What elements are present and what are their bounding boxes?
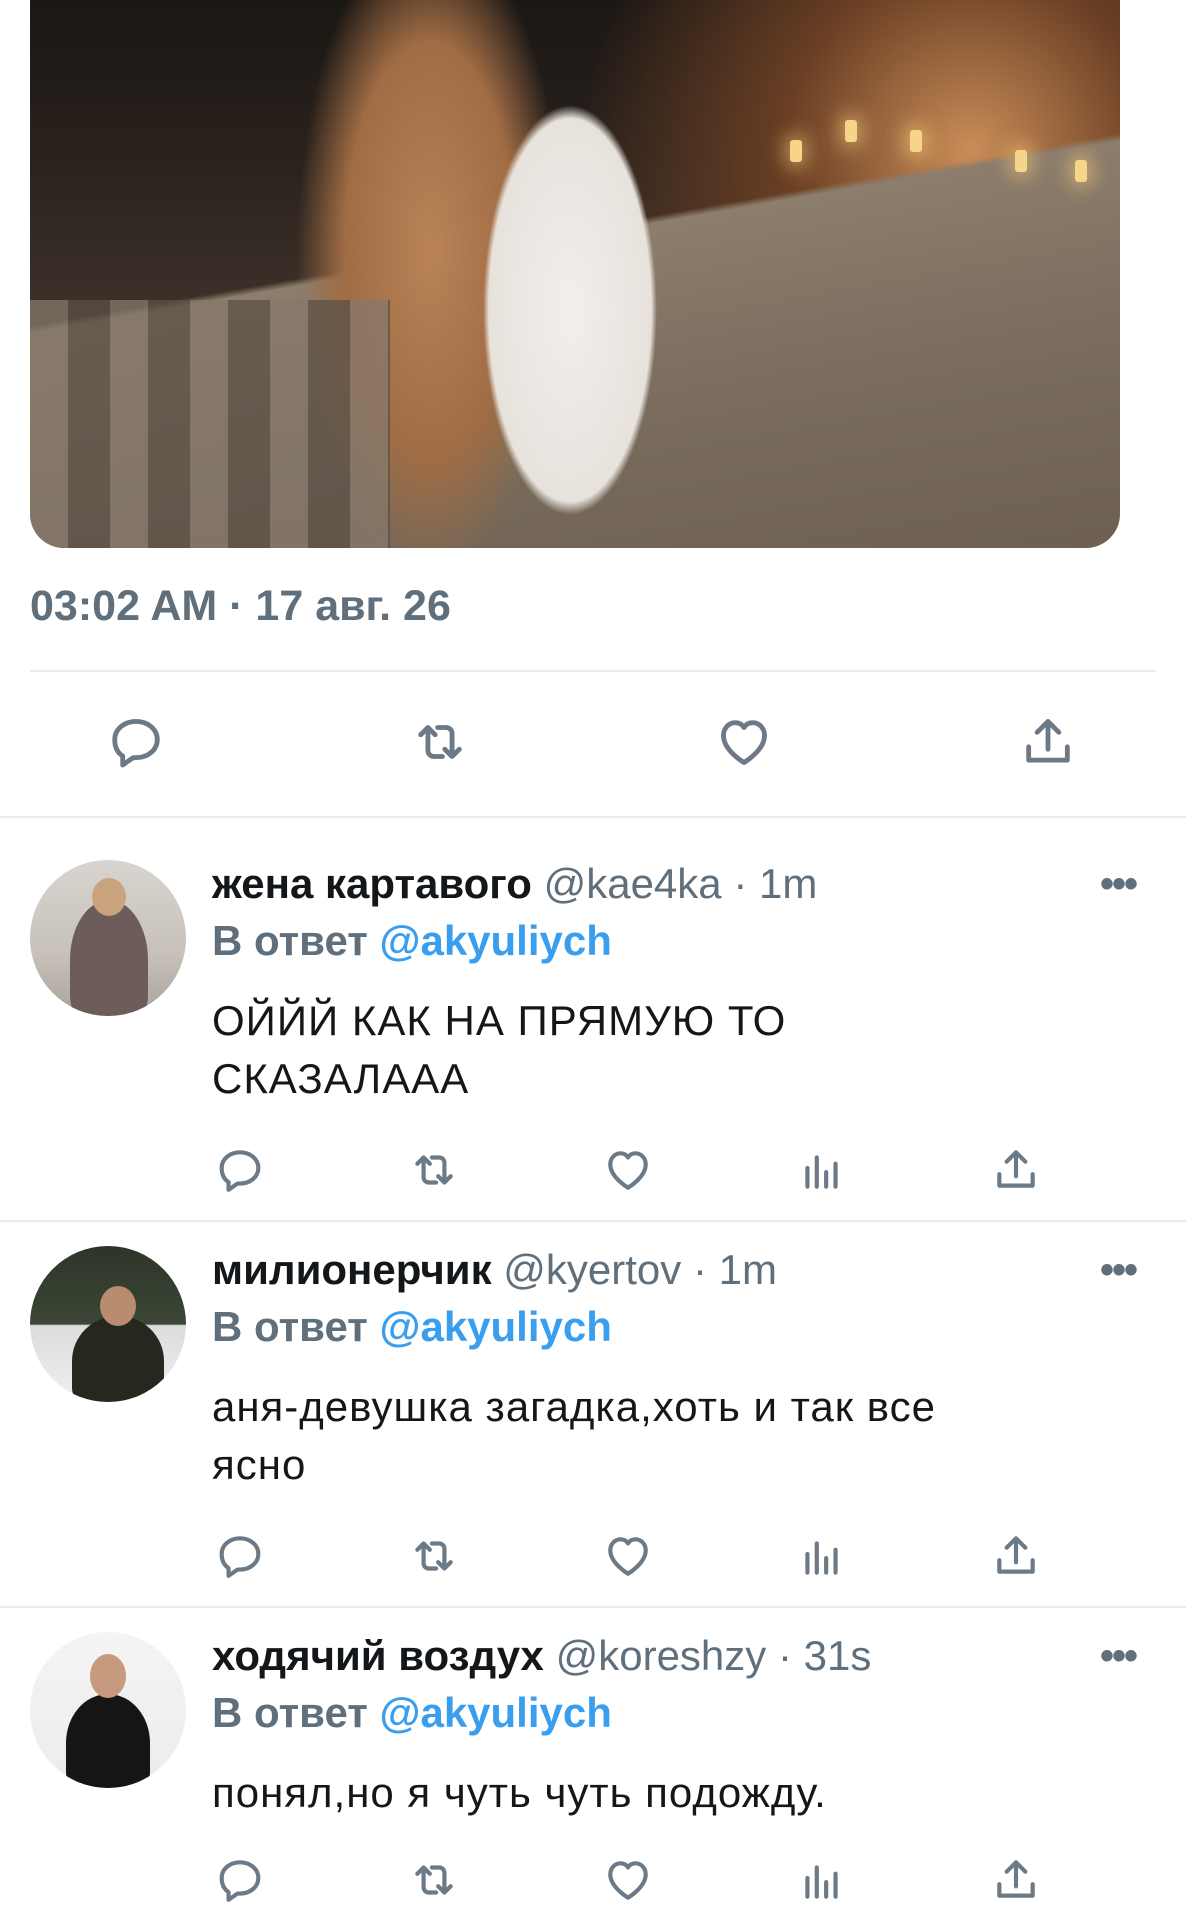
reply-button[interactable] — [212, 1852, 268, 1908]
reply-to-line: В ответ @akyuliych — [212, 1303, 612, 1351]
share-icon — [997, 1150, 1035, 1188]
reply-text-line: СКАЗАЛААА — [212, 1055, 470, 1102]
reply-to-mention[interactable]: @akyuliych — [380, 1689, 612, 1736]
photo-light — [1015, 150, 1027, 172]
avatar[interactable] — [30, 860, 186, 1016]
reply-to-label: В ответ — [212, 917, 368, 964]
reply-to-mention[interactable]: @akyuliych — [380, 917, 612, 964]
analytics-icon — [805, 1541, 838, 1575]
share-button[interactable] — [988, 1852, 1044, 1908]
reply-text-line: ОЙЙЙ КАК НА ПРЯМУЮ ТО — [212, 997, 787, 1044]
avatar-head — [90, 1654, 126, 1698]
retweet-button[interactable] — [408, 710, 472, 774]
analytics-button[interactable] — [794, 1852, 850, 1908]
like-icon — [608, 1151, 648, 1190]
reply-time: 1m — [718, 1246, 777, 1293]
reply-button[interactable] — [104, 710, 168, 774]
reply-icon — [219, 1860, 261, 1902]
avatar[interactable] — [30, 1632, 186, 1788]
analytics-icon — [805, 1155, 838, 1189]
photo-light — [1075, 160, 1087, 182]
like-icon — [608, 1537, 648, 1576]
retweet-button[interactable] — [406, 1528, 462, 1584]
retweet-button[interactable] — [406, 1852, 462, 1908]
avatar-figure — [70, 900, 148, 1016]
more-icon[interactable]: ••• — [1100, 1248, 1138, 1293]
reply-text-line: ясно — [212, 1441, 307, 1488]
retweet-icon — [415, 1155, 453, 1185]
retweet-icon — [415, 1541, 453, 1571]
share-icon — [997, 1860, 1035, 1898]
more-icon[interactable]: ••• — [1100, 862, 1138, 907]
reply-header: жена картавого @kae4ka · 1m — [212, 860, 817, 908]
tweet-timestamp: 03:02 AM · 17 авг. 26 — [30, 582, 451, 630]
avatar-figure — [66, 1694, 150, 1788]
separator-dot: · — [692, 1246, 707, 1293]
photo-light — [845, 120, 857, 142]
photo-balustrade — [30, 300, 390, 548]
display-name[interactable]: милионерчик — [212, 1246, 492, 1293]
like-button[interactable] — [600, 1852, 656, 1908]
reply-text: понял,но я чуть чуть подожду. — [212, 1764, 1112, 1822]
user-handle[interactable]: @kae4ka — [544, 860, 722, 907]
reply-header: милионерчик @kyertov · 1m — [212, 1246, 777, 1294]
like-icon — [608, 1861, 648, 1900]
reply-icon — [219, 1150, 261, 1192]
avatar-head — [100, 1286, 136, 1326]
analytics-icon — [805, 1865, 838, 1899]
reply-tweet[interactable]: ходячий воздух @koreshzy · 31s ••• В отв… — [0, 1594, 1186, 1920]
photo-light — [910, 130, 922, 152]
user-handle[interactable]: @kyertov — [503, 1246, 681, 1293]
like-icon — [721, 720, 767, 765]
tweet-photo[interactable] — [30, 0, 1120, 548]
reply-button[interactable] — [212, 1528, 268, 1584]
reply-text: аня-девушка загадка,хоть и так все ясно — [212, 1378, 1112, 1494]
retweet-icon — [418, 725, 462, 759]
reply-time: 1m — [759, 860, 818, 907]
reply-to-mention[interactable]: @akyuliych — [380, 1303, 612, 1350]
reply-time: 31s — [803, 1632, 872, 1679]
photo-light — [790, 140, 802, 162]
share-button[interactable] — [988, 1528, 1044, 1584]
reply-text: ОЙЙЙ КАК НА ПРЯМУЮ ТО СКАЗАЛААА — [212, 992, 1112, 1108]
reply-to-line: В ответ @akyuliych — [212, 1689, 612, 1737]
display-name[interactable]: жена картавого — [212, 860, 532, 907]
reply-tweet[interactable]: милионерчик @kyertov · 1m ••• В ответ @a… — [0, 1208, 1186, 1606]
share-button[interactable] — [1016, 710, 1080, 774]
reply-text-line: аня-девушка загадка,хоть и так все — [212, 1383, 937, 1430]
reply-header: ходячий воздух @koreshzy · 31s — [212, 1632, 871, 1680]
divider — [0, 816, 1186, 818]
avatar-head — [92, 878, 126, 916]
more-icon[interactable]: ••• — [1100, 1634, 1138, 1679]
reply-to-label: В ответ — [212, 1303, 368, 1350]
display-name[interactable]: ходячий воздух — [212, 1632, 544, 1679]
like-button[interactable] — [600, 1142, 656, 1198]
retweet-icon — [415, 1865, 453, 1895]
reply-button[interactable] — [212, 1142, 268, 1198]
share-icon — [1026, 719, 1070, 763]
separator-dot: · — [777, 1632, 792, 1679]
separator-dot: · — [733, 860, 748, 907]
share-icon — [997, 1536, 1035, 1574]
reply-icon — [112, 719, 160, 768]
like-button[interactable] — [712, 710, 776, 774]
analytics-button[interactable] — [794, 1528, 850, 1584]
divider — [30, 670, 1156, 672]
reply-text-line: понял,но я чуть чуть подожду. — [212, 1769, 827, 1816]
share-button[interactable] — [988, 1142, 1044, 1198]
reply-to-line: В ответ @akyuliych — [212, 917, 612, 965]
retweet-button[interactable] — [406, 1142, 462, 1198]
avatar-figure — [72, 1316, 164, 1402]
user-handle[interactable]: @koreshzy — [556, 1632, 767, 1679]
reply-tweet[interactable]: жена картавого @kae4ka · 1m ••• В ответ … — [0, 822, 1186, 1220]
reply-icon — [219, 1536, 261, 1578]
avatar[interactable] — [30, 1246, 186, 1402]
reply-to-label: В ответ — [212, 1689, 368, 1736]
analytics-button[interactable] — [794, 1142, 850, 1198]
like-button[interactable] — [600, 1528, 656, 1584]
